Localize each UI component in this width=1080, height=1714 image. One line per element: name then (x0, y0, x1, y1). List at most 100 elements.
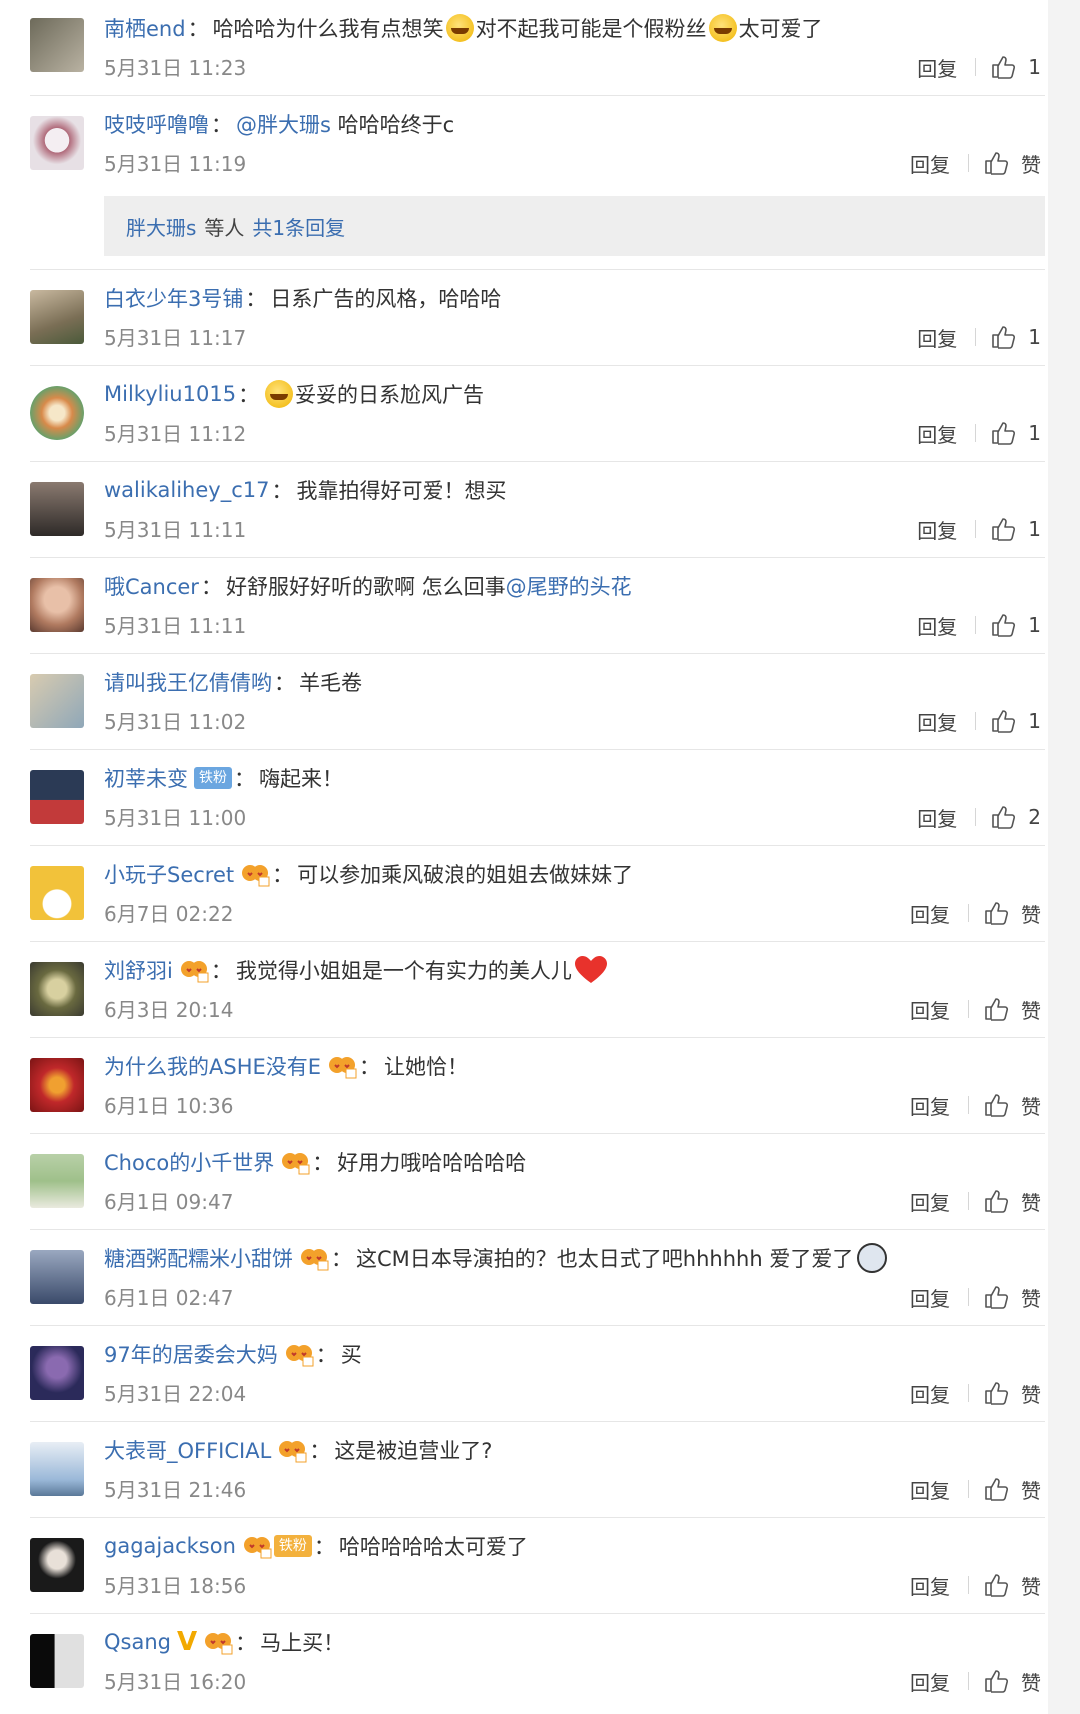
username-link[interactable]: 吱吱呼噜噜 (104, 109, 209, 139)
avatar[interactable] (30, 1442, 84, 1496)
username-link[interactable]: gagajackson (104, 1534, 236, 1558)
comment-item: 吱吱呼噜噜： @胖大珊s 哈哈哈终于c 5月31日 11:19 回复 赞 胖大珊… (30, 96, 1045, 270)
reply-button[interactable]: 回复 (917, 707, 957, 736)
comment-text: 这是被迫营业了? (334, 1439, 493, 1463)
avatar[interactable] (30, 1634, 84, 1688)
like-button[interactable]: 赞 (983, 1283, 1041, 1312)
username-link[interactable]: walikalihey_c17 (104, 478, 269, 502)
avatar[interactable] (30, 290, 84, 344)
like-button[interactable]: 赞 (983, 995, 1041, 1024)
sub-reply-box: 胖大珊s 等人 共1条回复 (104, 196, 1045, 256)
comment-time: 5月31日 21:46 (104, 1478, 247, 1502)
like-button[interactable]: 1 (990, 613, 1041, 637)
comment-actions: 回复 赞 (910, 1186, 1041, 1216)
username-link[interactable]: 大表哥_OFFICIAL (104, 1435, 271, 1465)
avatar[interactable] (30, 962, 84, 1016)
username-link[interactable]: Qsang (104, 1630, 171, 1654)
view-replies-link[interactable]: 共1条回复 (252, 212, 345, 241)
username-link[interactable]: Milkyliu1015 (104, 382, 236, 406)
avatar[interactable] (30, 866, 84, 920)
avatar[interactable] (30, 116, 84, 170)
like-button[interactable]: 1 (990, 325, 1041, 349)
like-button[interactable]: 赞 (983, 149, 1041, 178)
comment-line: 初莘未变 铁粉： 嗨起来！ (104, 760, 343, 796)
like-button[interactable]: 1 (990, 517, 1041, 541)
username-link[interactable]: 请叫我王亿倩倩哟 (104, 667, 272, 697)
comment-line: Milkyliu1015： 妥妥的日系尬风广告 (104, 376, 484, 412)
reply-button[interactable]: 回复 (917, 515, 957, 544)
username-link[interactable]: 哦Cancer (104, 571, 199, 601)
comment-item: 初莘未变 铁粉： 嗨起来！ 5月31日 11:00 回复 2 (30, 750, 1045, 846)
username-link[interactable]: 糖酒粥配糯米小甜饼 (104, 1243, 293, 1273)
like-button[interactable]: 赞 (983, 899, 1041, 928)
avatar[interactable] (30, 1346, 84, 1400)
avatar[interactable] (30, 578, 84, 632)
divider (975, 328, 977, 346)
reply-button[interactable]: 回复 (910, 1475, 950, 1504)
sub-reply-text: 等人 (204, 215, 245, 240)
mention-link[interactable]: @胖大珊s (236, 109, 331, 139)
avatar[interactable] (30, 674, 84, 728)
like-button[interactable]: 1 (990, 709, 1041, 733)
divider (975, 520, 977, 538)
username-link[interactable]: 南栖end (104, 13, 186, 43)
comment-item: Milkyliu1015： 妥妥的日系尬风广告 5月31日 11:12 回复 1 (30, 366, 1045, 462)
reply-button[interactable]: 回复 (910, 1571, 950, 1600)
like-button[interactable]: 赞 (983, 1379, 1041, 1408)
like-button[interactable]: 赞 (983, 1187, 1041, 1216)
avatar[interactable] (30, 1154, 84, 1208)
reply-button[interactable]: 回复 (917, 803, 957, 832)
thumbs-up-icon (985, 1382, 1009, 1405)
thumbs-up-icon (985, 152, 1009, 175)
avatar[interactable] (30, 1058, 84, 1112)
comment-time: 5月31日 16:20 (104, 1670, 247, 1694)
thumbs-up-icon (985, 902, 1009, 925)
avatar[interactable] (30, 770, 84, 824)
like-button[interactable]: 2 (990, 805, 1041, 829)
username-link[interactable]: 刘舒羽i (104, 955, 173, 985)
reply-button[interactable]: 回复 (910, 899, 950, 928)
like-button[interactable]: 1 (990, 55, 1041, 79)
avatar[interactable] (30, 18, 84, 72)
comment-actions: 回复 赞 (910, 1282, 1041, 1312)
username-link[interactable]: 小玩子Secret (104, 859, 234, 889)
reply-button[interactable]: 回复 (917, 611, 957, 640)
avatar[interactable] (30, 482, 84, 536)
avatar[interactable] (30, 1538, 84, 1592)
like-button[interactable]: 赞 (983, 1667, 1041, 1696)
reply-button[interactable]: 回复 (917, 419, 957, 448)
mention-link[interactable]: @尾野的头花 (506, 571, 632, 601)
like-count: 1 (1028, 709, 1041, 733)
reply-button[interactable]: 回复 (910, 1283, 950, 1312)
divider (975, 808, 977, 826)
reply-button[interactable]: 回复 (910, 1091, 950, 1120)
comment-text: 日系广告的风格，哈哈哈 (270, 287, 502, 311)
username-link[interactable]: Choco的小千世界 (104, 1147, 274, 1177)
reply-button[interactable]: 回复 (910, 1379, 950, 1408)
avatar[interactable] (30, 386, 84, 440)
comment-line: gagajackson 铁粉 ： 哈哈哈哈哈太可爱了 (104, 1528, 528, 1564)
comment-actions: 回复 赞 (910, 1570, 1041, 1600)
username-link[interactable]: 白衣少年3号铺 (104, 283, 243, 313)
reply-button[interactable]: 回复 (910, 1187, 950, 1216)
username-link[interactable]: 97年的居委会大妈 (104, 1339, 278, 1369)
username-link[interactable]: 初莘未变 (104, 763, 188, 793)
comment-item: Choco的小千世界 ： 好用力哦哈哈哈哈哈 6月1日 09:47 回复 赞 (30, 1134, 1045, 1230)
reply-button[interactable]: 回复 (910, 995, 950, 1024)
comment-line: 请叫我王亿倩倩哟： 羊毛卷 (104, 664, 362, 700)
like-button[interactable]: 赞 (983, 1091, 1041, 1120)
avatar[interactable] (30, 1250, 84, 1304)
like-count: 1 (1028, 325, 1041, 349)
like-button[interactable]: 赞 (983, 1475, 1041, 1504)
like-button[interactable]: 1 (990, 421, 1041, 445)
reply-button[interactable]: 回复 (910, 1667, 950, 1696)
reply-button[interactable]: 回复 (917, 323, 957, 352)
like-label: 赞 (1021, 1190, 1041, 1215)
like-button[interactable]: 赞 (983, 1571, 1041, 1600)
reply-button[interactable]: 回复 (910, 149, 950, 178)
sub-reply-username[interactable]: 胖大珊s (126, 212, 196, 241)
username-link[interactable]: 为什么我的ASHE没有E (104, 1051, 321, 1081)
comment-line: 吱吱呼噜噜： @胖大珊s 哈哈哈终于c (104, 106, 454, 142)
like-count: 1 (1028, 613, 1041, 637)
reply-button[interactable]: 回复 (917, 53, 957, 82)
